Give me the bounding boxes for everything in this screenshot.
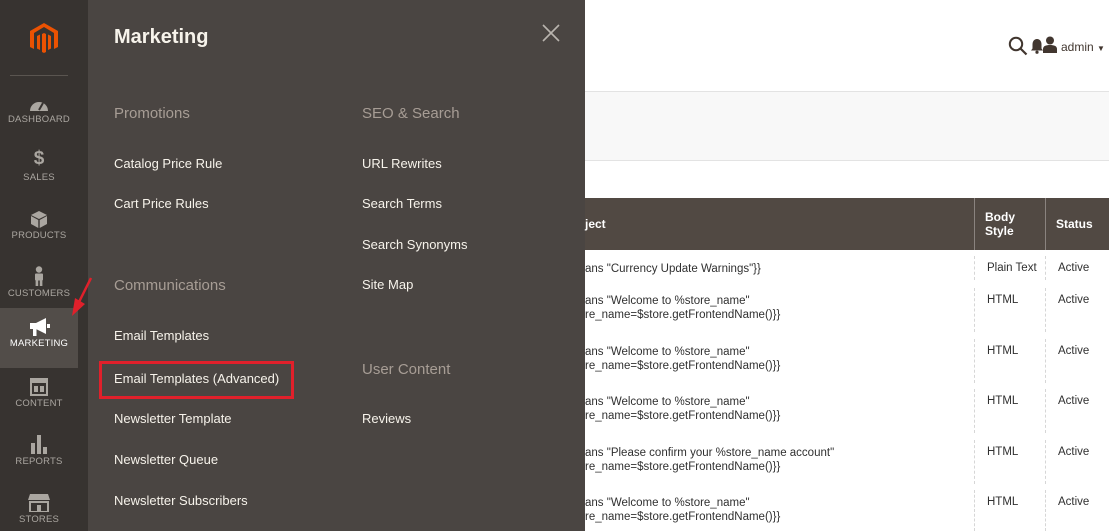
cell-subject-line: ans "Welcome to %store_name" [585,396,750,408]
flyout-title: Marketing [114,26,209,48]
nav-item-content[interactable]: CONTENT [0,368,78,426]
group-title-promotions: Promotions [114,105,190,122]
chevron-down-icon: ▼ [1097,44,1105,53]
menu-link-site-map[interactable]: Site Map [362,277,413,292]
menu-link-url-rewrites[interactable]: URL Rewrites [362,156,442,171]
table-row[interactable]: ans "Welcome to %store_name" re_name=$sto… [585,389,1109,433]
cell-body-style: HTML [974,389,1045,433]
menu-link-newsletter-template[interactable]: Newsletter Template [114,411,232,426]
nav-item-reports[interactable]: REPORTS [0,426,78,484]
store-icon [0,484,78,512]
marketing-flyout-menu: Marketing Promotions Catalog Price Rule … [88,0,585,531]
cell-status: Active [1045,288,1109,332]
cell-subject-line: ans "Currency Update Warnings"}} [585,263,761,275]
cell-body-style: HTML [974,288,1045,332]
group-title-user-content: User Content [362,361,451,378]
table-row[interactable]: ans "Welcome to %store_name" re_name=$sto… [585,288,1109,332]
nav-label: CONTENT [15,398,63,409]
cell-body-style: HTML [974,440,1045,484]
close-icon[interactable] [540,22,562,44]
nav-label: CUSTOMERS [7,288,71,299]
nav-item-products[interactable]: PRODUCTS [0,200,78,258]
search-icon[interactable] [1008,36,1028,61]
cell-status: Active [1045,490,1109,531]
cell-subject-line: re_name=$store.getFrontendName()}} [585,511,781,523]
nav-label: PRODUCTS [11,230,67,241]
cell-status: Active [1045,256,1109,280]
menu-link-cart-price-rules[interactable]: Cart Price Rules [114,196,209,211]
cell-body-style: HTML [974,339,1045,383]
nav-label: REPORTS [15,456,63,467]
menu-link-reviews[interactable]: Reviews [362,411,411,426]
cell-subject-line: ans "Welcome to %store_name" [585,497,750,509]
megaphone-icon [0,308,78,336]
user-icon[interactable] [1042,36,1058,58]
grid-header: ject Body Style Status [585,198,1109,250]
cell-subject-line: re_name=$store.getFrontendName()}} [585,410,781,422]
cell-body-style: Plain Text [974,256,1045,280]
menu-link-newsletter-subscribers[interactable]: Newsletter Subscribers [114,493,248,508]
menu-link-search-terms[interactable]: Search Terms [362,196,442,211]
nav-label: SALES [23,172,55,183]
dashboard-icon [0,84,78,112]
nav-divider [10,75,68,76]
menu-link-email-templates[interactable]: Email Templates [114,328,209,343]
cell-subject: ans "Welcome to %store_name" re_name=$sto… [585,288,973,332]
admin-user-menu[interactable]: admin ▼ [1061,40,1105,54]
layout-icon [0,368,78,396]
cell-subject: ans "Currency Update Warnings"}} [585,256,973,280]
cell-subject-line: re_name=$store.getFrontendName()}} [585,360,781,372]
cell-status: Active [1045,389,1109,433]
cell-subject-line: ans "Welcome to %store_name" [585,295,750,307]
nav-item-marketing[interactable]: MARKETING [0,308,78,368]
cell-subject-line: ans "Welcome to %store_name" [585,346,750,358]
cell-subject: ans "Please confirm your %store_name acc… [585,440,973,484]
nav-label: STORES [18,514,60,525]
bar-chart-icon [0,426,78,454]
table-row[interactable]: ans "Welcome to %store_name" re_name=$sto… [585,490,1109,531]
column-header-status[interactable]: Status [1045,198,1109,250]
cell-subject-line: re_name=$store.getFrontendName()}} [585,309,781,321]
nav-label: DASHBOARD [8,114,70,125]
cell-subject-line: re_name=$store.getFrontendName()}} [585,461,781,473]
group-title-seo-search: SEO & Search [362,105,460,122]
dollar-icon: $ [33,148,45,169]
nav-label: MARKETING [9,338,69,349]
column-header-body-style[interactable]: Body Style [974,198,1045,250]
cell-body-style: HTML [974,490,1045,531]
cell-subject: ans "Welcome to %store_name" re_name=$sto… [585,389,973,433]
nav-item-sales[interactable]: $ SALES [0,142,78,200]
admin-username: admin [1061,40,1094,54]
menu-link-catalog-price-rule[interactable]: Catalog Price Rule [114,156,222,171]
menu-link-search-synonyms[interactable]: Search Synonyms [362,237,468,252]
page-actions-bar [585,92,1109,161]
person-icon [0,258,78,286]
table-row[interactable]: ans "Welcome to %store_name" re_name=$sto… [585,339,1109,383]
group-title-communications: Communications [114,277,226,294]
cell-status: Active [1045,440,1109,484]
cell-subject: ans "Welcome to %store_name" re_name=$sto… [585,490,973,531]
column-header-subject[interactable]: ject [585,198,974,250]
cell-subject: ans "Welcome to %store_name" re_name=$sto… [585,339,973,383]
menu-link-newsletter-queue[interactable]: Newsletter Queue [114,452,218,467]
admin-sidebar: DASHBOARD $ SALES PRODUCTS CUSTOMERS MAR… [0,0,88,531]
cube-icon [0,200,78,228]
nav-item-stores[interactable]: STORES [0,484,78,531]
highlight-box [99,361,294,399]
cell-status: Active [1045,339,1109,383]
magento-logo-icon[interactable] [0,0,88,78]
table-row[interactable]: ans "Please confirm your %store_name acc… [585,440,1109,484]
nav-item-dashboard[interactable]: DASHBOARD [0,84,78,142]
table-row[interactable]: ans "Currency Update Warnings"}} Plain Te… [585,256,1109,280]
cell-subject-line: ans "Please confirm your %store_name acc… [585,447,835,459]
